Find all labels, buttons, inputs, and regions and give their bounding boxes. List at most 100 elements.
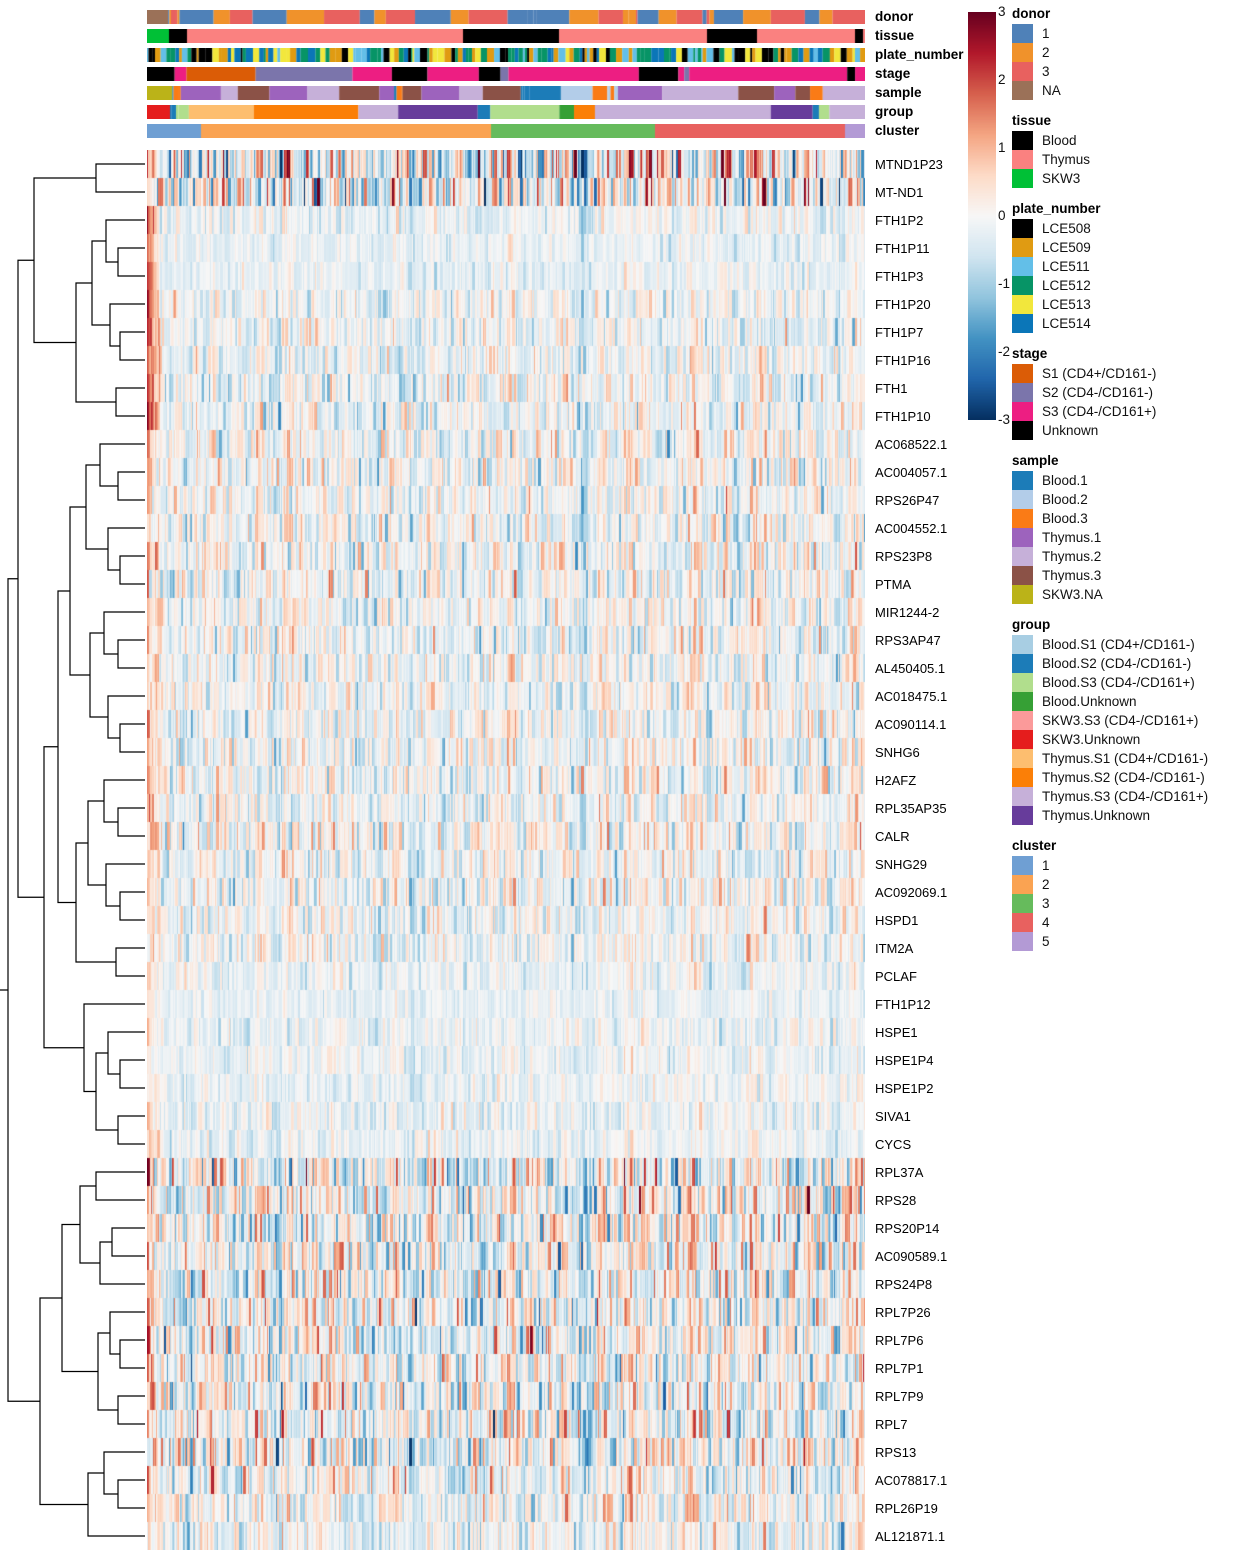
gene-label: H2AFZ: [875, 773, 917, 788]
legend-item[interactable]: Thymus.S2 (CD4-/CD161-): [1012, 768, 1248, 787]
legend-swatch: [1012, 257, 1033, 276]
gene-label: SNHG6: [875, 745, 920, 760]
gene-label: SIVA1: [875, 1109, 911, 1124]
legend-item-label: Thymus.2: [1042, 549, 1102, 564]
annotation-track-donor: [147, 10, 865, 24]
legend-item-label: Blood.1: [1042, 473, 1088, 488]
legend-item[interactable]: Blood.S2 (CD4-/CD161-): [1012, 654, 1248, 673]
legend-swatch: [1012, 635, 1033, 654]
legend-item[interactable]: Unknown: [1012, 421, 1248, 440]
legend-swatch: [1012, 787, 1033, 806]
gene-label: FTH1P12: [875, 997, 931, 1012]
gene-label: AC004057.1: [875, 465, 948, 480]
legend-swatch: [1012, 913, 1033, 932]
legend-item[interactable]: S1 (CD4+/CD161-): [1012, 364, 1248, 383]
legend-swatch: [1012, 711, 1033, 730]
legend-swatch: [1012, 471, 1033, 490]
gene-label: HSPE1: [875, 1025, 918, 1040]
legend-item[interactable]: SKW3: [1012, 169, 1248, 188]
legend-item[interactable]: Thymus.2: [1012, 547, 1248, 566]
legend-item-label: Blood.2: [1042, 492, 1088, 507]
legend-swatch: [1012, 238, 1033, 257]
legend-item-label: SKW3.NA: [1042, 587, 1103, 602]
legend-item[interactable]: Blood.3: [1012, 509, 1248, 528]
annotation-track-label: tissue: [875, 28, 915, 43]
legend-item[interactable]: Thymus.S3 (CD4-/CD161+): [1012, 787, 1248, 806]
gene-label: FTH1P3: [875, 269, 924, 284]
legend-item-label: Unknown: [1042, 423, 1099, 438]
legend-item[interactable]: LCE514: [1012, 314, 1248, 333]
gene-label: FTH1P20: [875, 297, 931, 312]
legend-item[interactable]: SKW3.Unknown: [1012, 730, 1248, 749]
gene-label: RPL7: [875, 1417, 908, 1432]
legend-item[interactable]: SKW3.NA: [1012, 585, 1248, 604]
gene-label: RPS26P47: [875, 493, 940, 508]
legend-item[interactable]: Blood.2: [1012, 490, 1248, 509]
legend-swatch: [1012, 383, 1033, 402]
gene-label: RPS3AP47: [875, 633, 941, 648]
heatmap-body: [147, 150, 865, 1550]
legend-cluster: cluster 1 2 3 4 5: [1012, 838, 1248, 951]
gene-label: MTND1P23: [875, 157, 943, 172]
gene-label: AC068522.1: [875, 437, 948, 452]
gene-label: RPS20P14: [875, 1221, 940, 1236]
gene-label: MT-ND1: [875, 185, 924, 200]
legend-item-label: Blood.Unknown: [1042, 694, 1137, 709]
legend-swatch: [1012, 654, 1033, 673]
legend-item[interactable]: Thymus.1: [1012, 528, 1248, 547]
legend-item[interactable]: Blood.S1 (CD4+/CD161-): [1012, 635, 1248, 654]
legend-swatch: [1012, 276, 1033, 295]
gene-label: FTH1: [875, 381, 908, 396]
colorbar-tick: -2: [998, 344, 1011, 359]
legend-item[interactable]: SKW3.S3 (CD4-/CD161+): [1012, 711, 1248, 730]
legend-item[interactable]: Thymus.3: [1012, 566, 1248, 585]
legend-item[interactable]: 3: [1012, 894, 1248, 913]
legend-item-label: Thymus: [1042, 152, 1091, 167]
legend-item[interactable]: LCE509: [1012, 238, 1248, 257]
legend-item[interactable]: LCE513: [1012, 295, 1248, 314]
legend-swatch: [1012, 875, 1033, 894]
legend-item[interactable]: LCE511: [1012, 257, 1248, 276]
gene-label: AL121871.1: [875, 1529, 946, 1544]
legend-item[interactable]: S3 (CD4-/CD161+): [1012, 402, 1248, 421]
legend-swatch: [1012, 730, 1033, 749]
gene-label: CYCS: [875, 1137, 912, 1152]
legend-item[interactable]: Thymus.S1 (CD4+/CD161-): [1012, 749, 1248, 768]
legend-item[interactable]: Thymus: [1012, 150, 1248, 169]
legend-item[interactable]: 1: [1012, 856, 1248, 875]
gene-label: RPS28: [875, 1193, 917, 1208]
legend-item[interactable]: LCE512: [1012, 276, 1248, 295]
legend-swatch: [1012, 169, 1033, 188]
heatmap-figure: MTND1P23 MT-ND1 FTH1P2 FTH1P11 FTH1P3 FTH1P20…: [0, 0, 1248, 1560]
gene-label: AC018475.1: [875, 689, 948, 704]
colorbar-tick: 1: [998, 140, 1006, 155]
legend-item[interactable]: S2 (CD4-/CD161-): [1012, 383, 1248, 402]
gene-label: RPL7P6: [875, 1333, 924, 1348]
legend-item-label: LCE512: [1042, 278, 1091, 293]
legend-item[interactable]: Blood.Unknown: [1012, 692, 1248, 711]
legend-item-label: S2 (CD4-/CD161-): [1042, 385, 1154, 400]
legend-swatch: [1012, 547, 1033, 566]
legend-item[interactable]: Blood.1: [1012, 471, 1248, 490]
legend-item-label: Thymus.S2 (CD4-/CD161-): [1042, 770, 1205, 785]
gene-label: HSPD1: [875, 913, 919, 928]
legend-item-label: Blood.S2 (CD4-/CD161-): [1042, 656, 1192, 671]
gene-label: CALR: [875, 829, 910, 844]
legend-swatch: [1012, 314, 1033, 333]
legend-item[interactable]: 5: [1012, 932, 1248, 951]
legend-item-label: Thymus.S1 (CD4+/CD161-): [1042, 751, 1209, 766]
gene-label: RPL37A: [875, 1165, 924, 1180]
gene-label: RPS13: [875, 1445, 917, 1460]
legend-item[interactable]: 4: [1012, 913, 1248, 932]
legend-item[interactable]: Thymus.Unknown: [1012, 806, 1248, 825]
legend-item[interactable]: LCE508: [1012, 219, 1248, 238]
legend-item-label: Thymus.Unknown: [1042, 808, 1151, 823]
legend-item-label: Thymus.3: [1042, 568, 1102, 583]
legend-sample: sample Blood.1 Blood.2 Blood.3 Thymus.1 Thymu…: [1012, 453, 1248, 604]
legend-swatch: [1012, 806, 1033, 825]
legend-swatch: [1012, 421, 1033, 440]
gene-label: ITM2A: [875, 941, 914, 956]
legend-item[interactable]: Blood.S3 (CD4-/CD161+): [1012, 673, 1248, 692]
annotation-track-label: sample: [875, 85, 922, 100]
legend-item[interactable]: 2: [1012, 875, 1248, 894]
